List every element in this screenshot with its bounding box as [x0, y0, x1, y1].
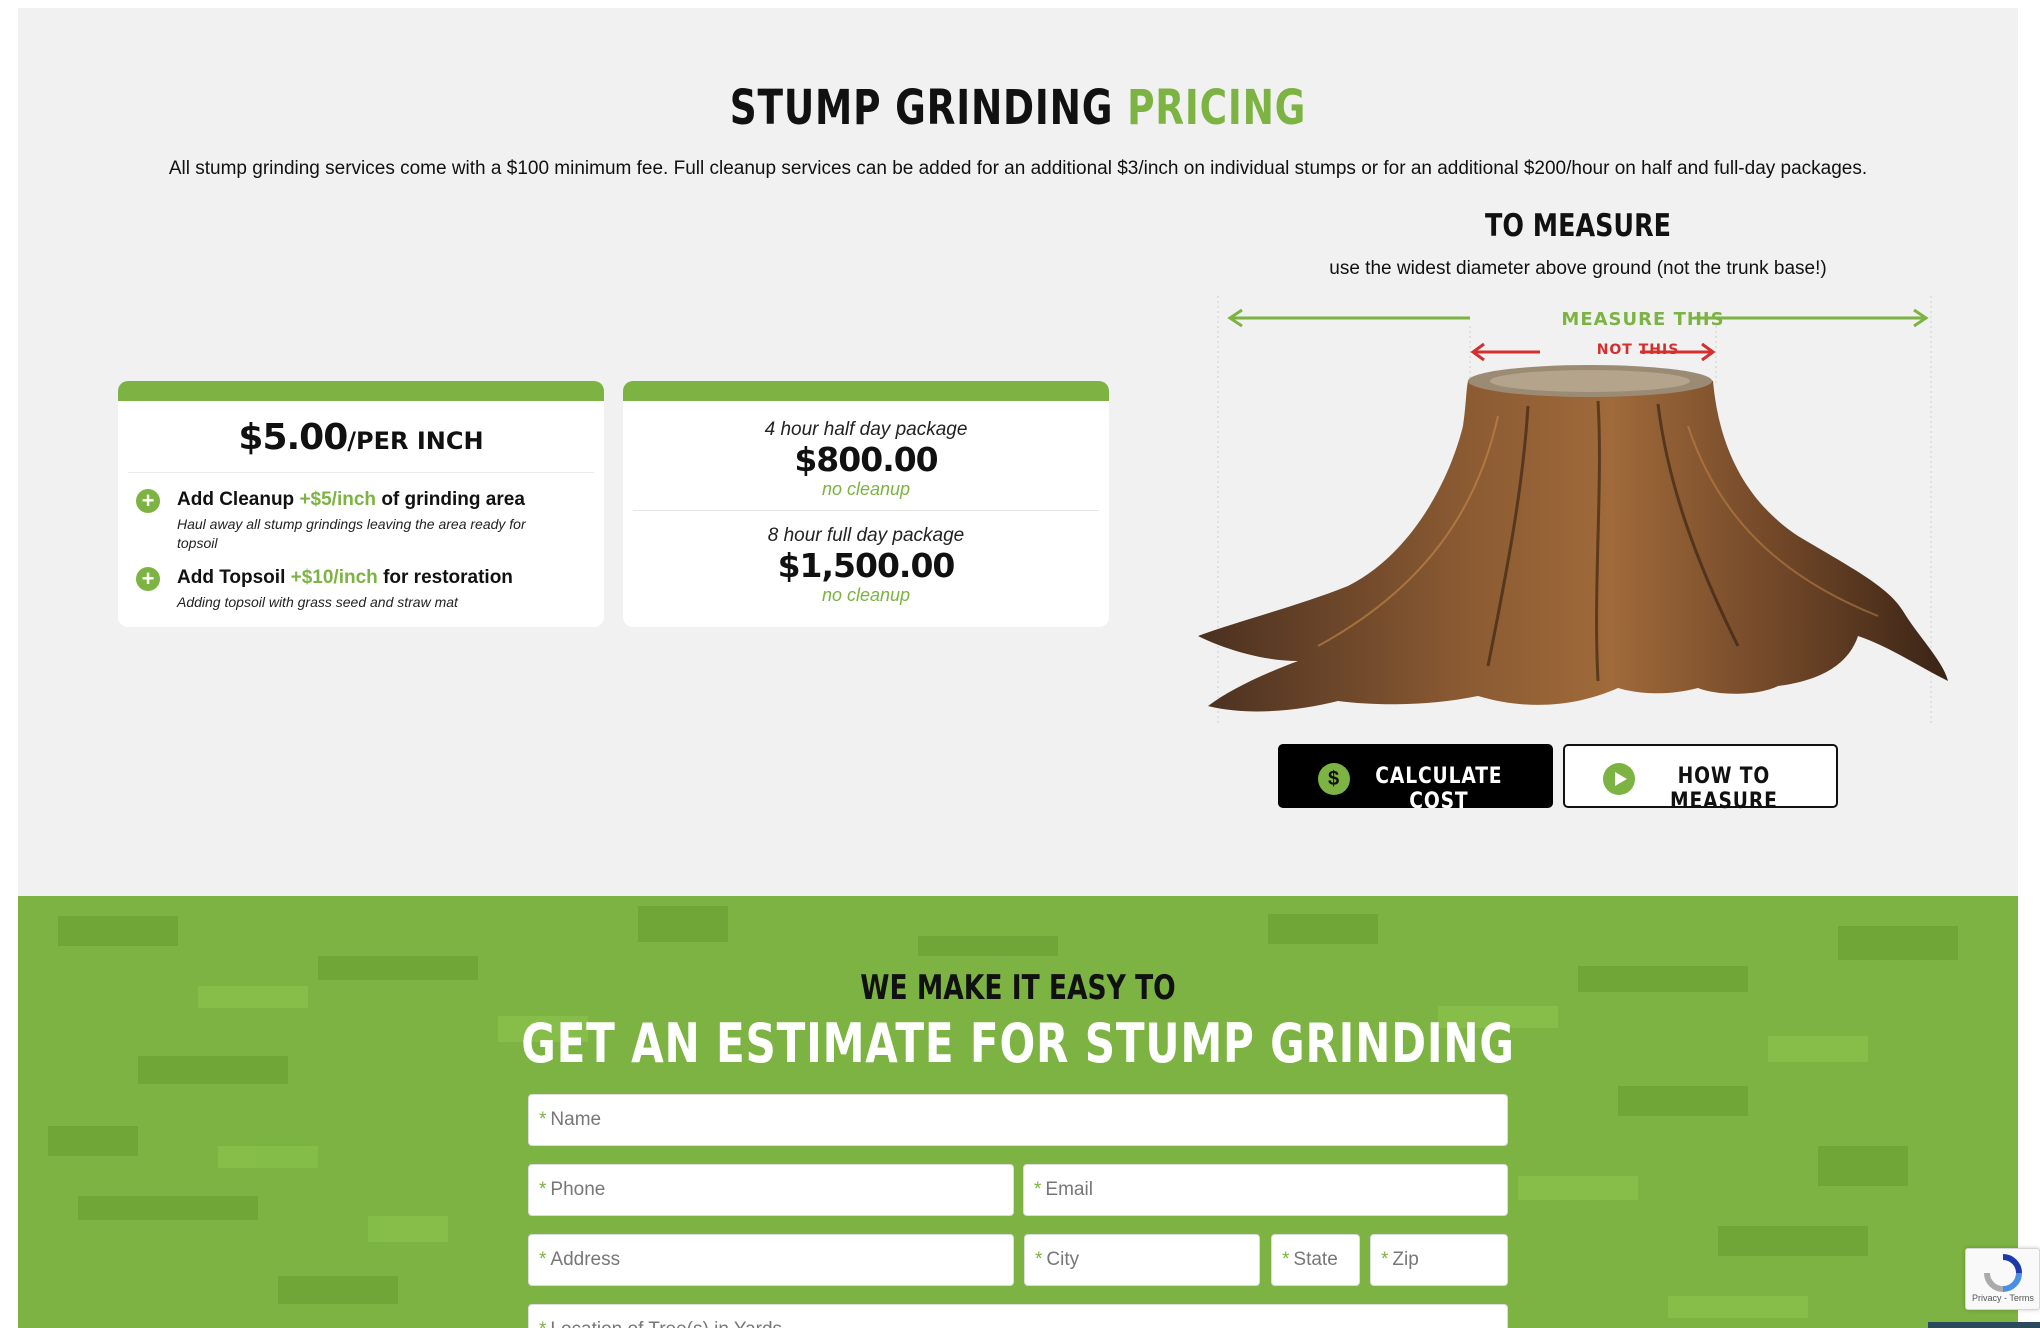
- state-placeholder: State: [1293, 1249, 1338, 1270]
- addon-description: Adding topsoil with grass seed and straw…: [177, 594, 458, 610]
- name-placeholder: Name: [550, 1109, 602, 1130]
- measure-this-label: MEASURE THIS: [1561, 309, 1725, 330]
- package-note: no cleanup: [821, 479, 911, 499]
- recaptcha-footer[interactable]: Privacy - Terms: [1972, 1293, 2034, 1303]
- per-inch-price: $5.00/PER INCH: [118, 417, 604, 458]
- estimate-eyebrow: WE MAKE IT EASY TO: [860, 968, 1176, 1008]
- email-placeholder: Email: [1045, 1179, 1093, 1200]
- measure-title: TO MEASURE: [1484, 208, 1672, 244]
- how-to-measure-button[interactable]: HOW TO MEASURE: [1563, 744, 1838, 814]
- package-label: 8 hour full day package: [767, 525, 965, 546]
- addon-cleanup: + Add Cleanup +$5/inch of grinding area …: [118, 489, 604, 553]
- play-circle-icon: [1603, 763, 1635, 795]
- addon-cleanup-title: Add Cleanup +$5/inch of grinding area: [177, 489, 604, 511]
- package-label: 4 hour half day package: [764, 419, 968, 440]
- plus-circle-icon[interactable]: +: [136, 567, 160, 591]
- estimate-title: GET AN ESTIMATE FOR STUMP GRINDING: [521, 1012, 1515, 1075]
- calculate-cost-label: CALCULATE COST: [1375, 764, 1503, 814]
- location-field[interactable]: * Location of Tree(s) in Yards: [528, 1304, 1508, 1328]
- package-pricing-card: 4 hour half day package $800.00 no clean…: [623, 381, 1109, 627]
- required-marker: *: [539, 1319, 546, 1328]
- pricing-title-main: STUMP GRINDING: [729, 80, 1114, 136]
- addon-suffix: for restoration: [383, 567, 513, 588]
- addon-suffix: of grinding area: [381, 489, 525, 510]
- addon-description: Haul away all stump grindings leaving th…: [177, 516, 526, 551]
- estimate-section: WE MAKE IT EASY TO GET AN ESTIMATE FOR S…: [18, 896, 2018, 1328]
- required-marker: *: [1034, 1179, 1042, 1200]
- location-placeholder: Location of Tree(s) in Yards: [550, 1319, 782, 1328]
- page: STUMP GRINDING PRICING All stump grindin…: [18, 8, 2018, 1328]
- card-divider: [128, 472, 594, 473]
- tree-stump-image: [1198, 365, 1948, 712]
- address-field[interactable]: * Address: [528, 1234, 1014, 1286]
- pricing-title-accent: PRICING: [1127, 80, 1307, 136]
- pricing-title: STUMP GRINDING PRICING: [238, 80, 1798, 136]
- recaptcha-badge[interactable]: Privacy - Terms: [1965, 1248, 2040, 1310]
- state-field[interactable]: * State: [1271, 1234, 1360, 1286]
- package-price: $1,500.00: [777, 546, 956, 585]
- addon-prefix: Add Cleanup: [177, 489, 295, 510]
- required-marker: *: [1381, 1249, 1389, 1270]
- zip-field[interactable]: * Zip: [1370, 1234, 1508, 1286]
- per-inch-pricing-card: $5.00/PER INCH + Add Cleanup +$5/inch of…: [118, 381, 604, 627]
- how-to-measure-label: HOW TO MEASURE: [1670, 764, 1778, 814]
- required-marker: *: [1035, 1249, 1043, 1270]
- card-accent-bar: [623, 381, 1109, 401]
- required-marker: *: [1282, 1249, 1290, 1270]
- recaptcha-icon: [1984, 1254, 2022, 1292]
- required-marker: *: [539, 1179, 547, 1200]
- email-field[interactable]: * Email: [1023, 1164, 1508, 1216]
- not-this-label: NOT THIS: [1596, 342, 1680, 358]
- zip-placeholder: Zip: [1392, 1249, 1419, 1270]
- name-field[interactable]: * Name: [528, 1094, 1508, 1146]
- corner-tab[interactable]: [1928, 1322, 2040, 1328]
- address-placeholder: Address: [550, 1249, 621, 1270]
- addon-prefix: Add Topsoil: [177, 567, 286, 588]
- phone-field[interactable]: * Phone: [528, 1164, 1014, 1216]
- package-price: $800.00: [794, 440, 938, 479]
- required-marker: *: [539, 1109, 547, 1130]
- stump-measure-illustration: MEASURE THIS NOT THIS: [1198, 286, 1954, 731]
- package-full-day: 8 hour full day package $1,500.00 no cle…: [623, 525, 1109, 606]
- dollar-circle-icon: $: [1318, 763, 1350, 795]
- package-half-day: 4 hour half day package $800.00 no clean…: [623, 419, 1109, 500]
- per-inch-amount: $5.00: [238, 417, 348, 458]
- city-placeholder: City: [1046, 1249, 1080, 1270]
- addon-topsoil-title: Add Topsoil +$10/inch for restoration: [177, 567, 604, 589]
- city-field[interactable]: * City: [1024, 1234, 1260, 1286]
- addon-topsoil: + Add Topsoil +$10/inch for restoration …: [118, 567, 604, 612]
- pricing-section: STUMP GRINDING PRICING All stump grindin…: [18, 8, 2018, 896]
- package-divider: [633, 510, 1099, 511]
- phone-placeholder: Phone: [550, 1179, 606, 1200]
- measure-subtitle: use the widest diameter above ground (no…: [1329, 258, 1827, 279]
- package-note: no cleanup: [821, 585, 911, 605]
- calculate-cost-button[interactable]: $ CALCULATE COST: [1278, 744, 1553, 814]
- pricing-subtitle: All stump grinding services come with a …: [168, 158, 1868, 179]
- addon-price: +$10/inch: [290, 567, 378, 588]
- addon-price: +$5/inch: [299, 489, 377, 510]
- left-arrow-icon: [1227, 308, 1470, 328]
- per-inch-unit: /PER INCH: [347, 427, 484, 455]
- required-marker: *: [539, 1249, 547, 1270]
- plus-circle-icon[interactable]: +: [136, 489, 160, 513]
- card-accent-bar: [118, 381, 604, 401]
